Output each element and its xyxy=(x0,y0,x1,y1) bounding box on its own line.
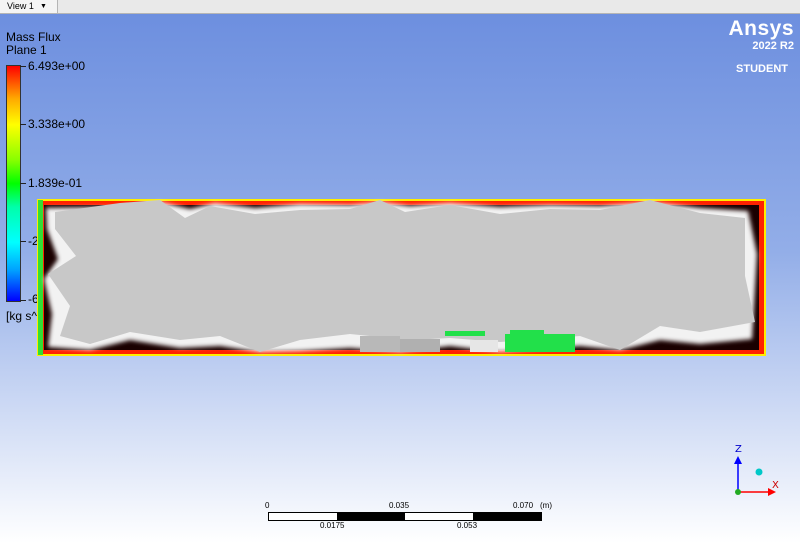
gray-patch xyxy=(360,336,400,352)
y-axis-icon xyxy=(755,468,763,476)
gray-patch xyxy=(470,340,498,352)
scale-bar xyxy=(268,512,542,521)
scale-label: 0.070 xyxy=(513,501,534,510)
scale-label: 0.053 xyxy=(457,521,478,530)
scale-segment xyxy=(473,513,541,520)
view-tab-bar: View 1 ▼ xyxy=(0,0,800,14)
x-axis-label: X xyxy=(772,480,779,491)
highlight-region xyxy=(505,334,575,352)
z-axis-label: Z xyxy=(735,444,742,455)
scale-label: 0.035 xyxy=(389,501,410,510)
gray-patch xyxy=(400,339,440,352)
mass-flux-contour xyxy=(37,199,766,356)
3d-viewport[interactable]: Mass Flux Plane 1 6.493e+00 3.338e+00 1.… xyxy=(0,14,800,543)
scale-label: 0 xyxy=(265,501,270,510)
scale-unit: (m) xyxy=(540,501,552,510)
domain-core-gray xyxy=(48,200,755,352)
z-axis-arrow xyxy=(734,456,742,464)
scale-segment xyxy=(337,513,405,520)
scale-segment xyxy=(405,513,473,520)
domain-plane xyxy=(37,199,766,356)
scale-label: 0.0175 xyxy=(320,521,345,530)
scale-segment xyxy=(269,513,337,520)
domain-inlet-edge xyxy=(38,200,43,355)
view-tab-label: View 1 xyxy=(7,1,34,11)
view-tab[interactable]: View 1 ▼ xyxy=(0,0,58,13)
chevron-down-icon[interactable]: ▼ xyxy=(40,0,47,13)
highlight-region xyxy=(510,330,544,334)
axis-triad[interactable]: Z X xyxy=(722,442,782,502)
highlight-region xyxy=(445,331,485,336)
origin-icon xyxy=(735,489,741,495)
